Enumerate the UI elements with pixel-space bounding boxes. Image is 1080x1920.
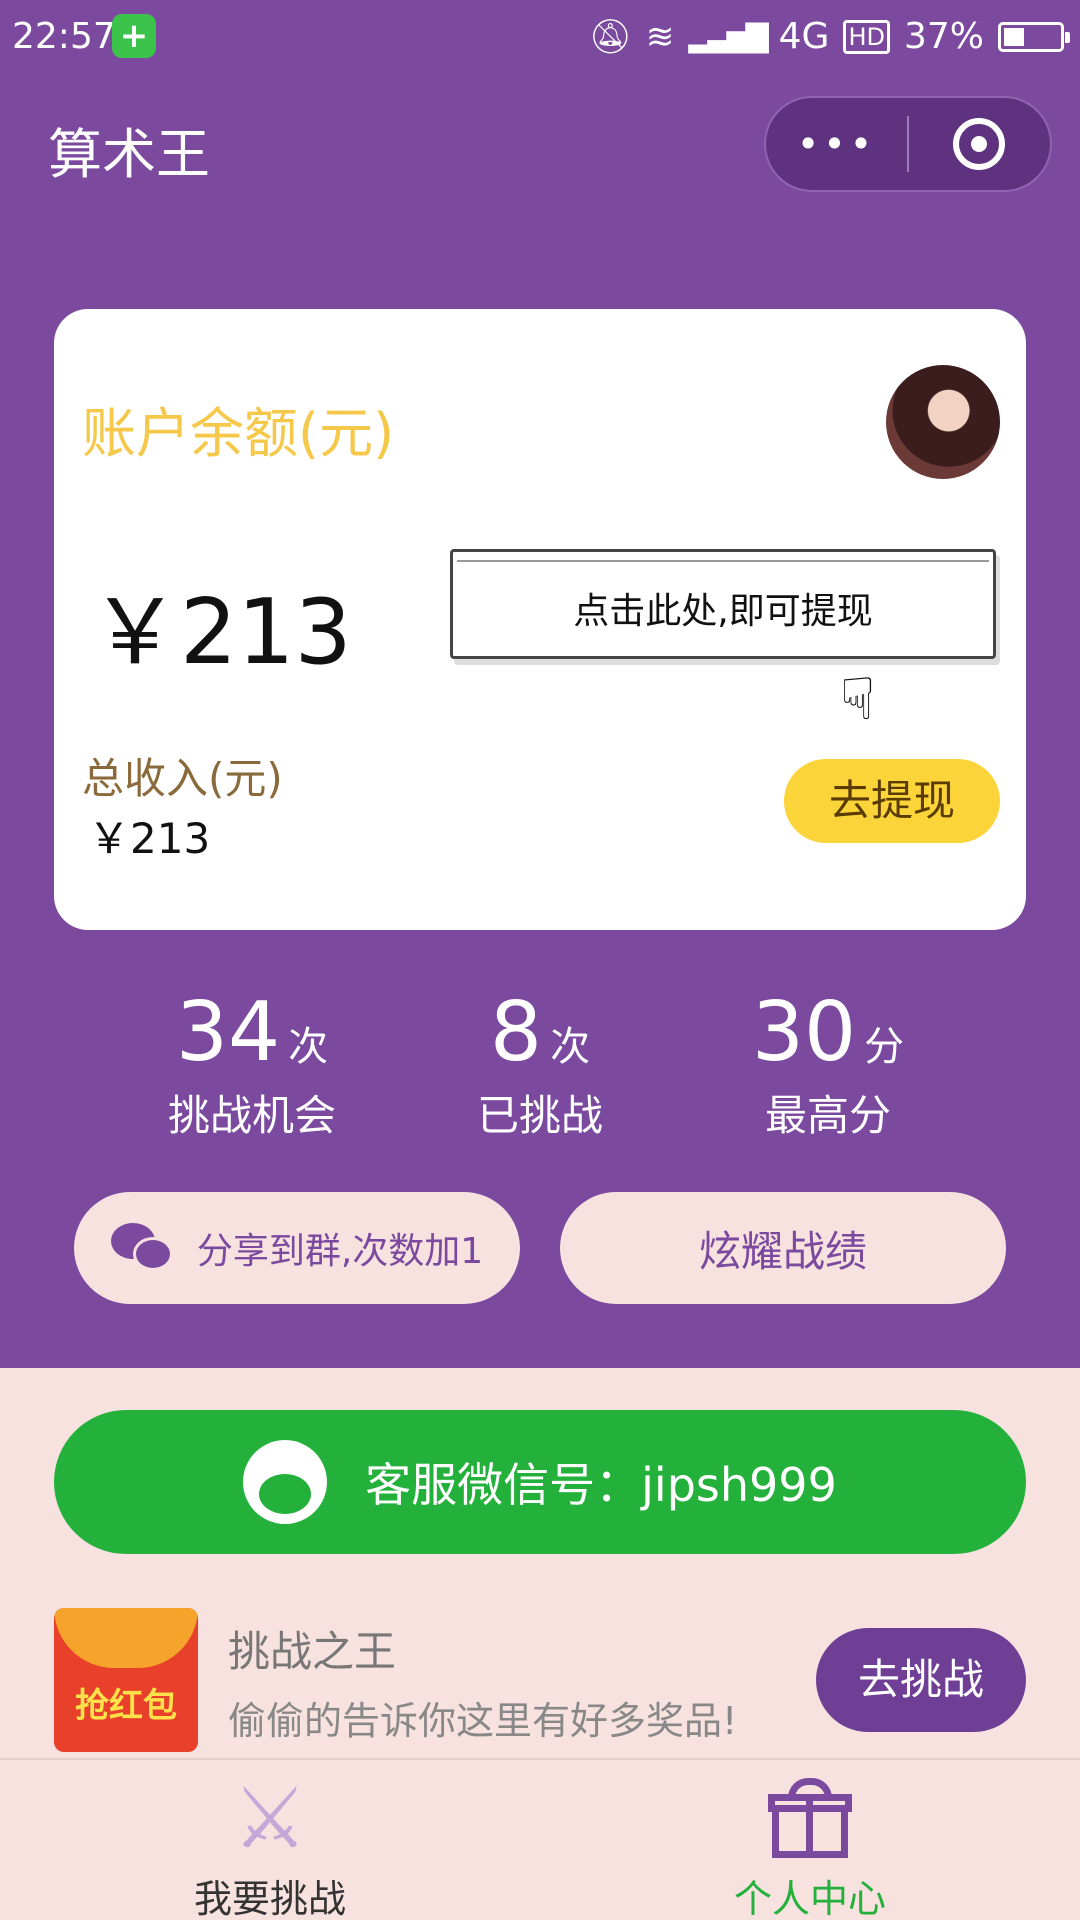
promo-subtitle: 偷偷的告诉你这里有好多奖品!: [228, 1699, 738, 1743]
stat-label: 挑战机会: [167, 1091, 336, 1140]
hd-badge: HD: [843, 19, 890, 54]
tab-challenge[interactable]: ⚔ 我要挑战: [120, 1770, 420, 1920]
gift-icon: [768, 1778, 852, 1858]
stat-challenge-chances: 34 次 挑战机会: [122, 985, 382, 1143]
withdraw-tip-box[interactable]: 点击此处,即可提现: [450, 549, 996, 659]
stat-unit: 分: [864, 1024, 905, 1070]
tab-personal-center[interactable]: 个人中心: [660, 1770, 960, 1920]
signal-icon: ▂▃▅▇: [688, 19, 768, 54]
service-text: 客服微信号：jipsh999: [365, 1458, 837, 1512]
status-right: 🔕︎ ≋ ▂▃▅▇ 4G HD 37%: [588, 16, 1070, 57]
app-notification-icon: +: [112, 14, 156, 58]
balance-label: 账户余额(元): [82, 402, 395, 465]
stat-best-score: 30 分 最高分: [698, 985, 958, 1143]
stat-label: 最高分: [764, 1091, 891, 1140]
withdraw-tip-text: 点击此处,即可提现: [573, 591, 873, 632]
more-dots-icon[interactable]: •••: [766, 96, 907, 192]
red-packet-text: 抢红包: [75, 1686, 177, 1726]
close-program-button[interactable]: [909, 118, 1050, 170]
status-time: 22:57: [12, 16, 116, 57]
stat-challenged: 8次 已挑战: [410, 985, 670, 1143]
status-bar: 22:57 + 🔕︎ ≋ ▂▃▅▇ 4G HD 37%: [0, 0, 1080, 76]
share-label: 分享到群,次数加1: [196, 1231, 484, 1272]
network-type: 4G: [778, 16, 830, 57]
total-income-label: 总收入(元): [82, 754, 283, 803]
stat-value: 30: [751, 985, 857, 1080]
wechat-icon: [110, 1223, 175, 1273]
battery-percent: 37%: [903, 16, 984, 57]
stat-unit: 次: [288, 1024, 329, 1070]
customer-service-banner[interactable]: 客服微信号：jipsh999: [54, 1410, 1026, 1554]
stat-unit: 次: [550, 1024, 591, 1070]
show-off-button[interactable]: 炫耀战绩: [560, 1192, 1006, 1304]
tab-bar: ⚔ 我要挑战 个人中心: [0, 1758, 1080, 1920]
withdraw-button[interactable]: 去提现: [784, 759, 1000, 843]
customer-service-icon: [243, 1440, 328, 1524]
battery-icon: [998, 21, 1070, 52]
mute-bell-icon: 🔕︎: [588, 16, 632, 57]
tab-label: 我要挑战: [193, 1877, 346, 1920]
stat-value: 34: [175, 985, 281, 1080]
crossed-swords-icon: ⚔: [232, 1769, 308, 1867]
share-to-group-button[interactable]: 分享到群,次数加1: [74, 1192, 520, 1304]
stat-label: 已挑战: [476, 1091, 603, 1140]
pointing-hand-icon: ☟: [840, 665, 876, 733]
red-packet-icon[interactable]: 抢红包: [54, 1608, 198, 1752]
mini-program-capsule: •••: [764, 96, 1052, 192]
total-income-value: ￥213: [88, 814, 211, 863]
balance-value: ￥213: [90, 580, 352, 685]
account-card: 账户余额(元) ￥213 点击此处,即可提现 ☟ 总收入(元) ￥213 去提现: [54, 309, 1026, 930]
wifi-icon: ≋: [645, 16, 675, 57]
avatar[interactable]: [886, 365, 1000, 479]
tab-label: 个人中心: [733, 1877, 886, 1920]
stat-value: 8: [489, 985, 543, 1080]
target-icon: [953, 118, 1006, 170]
go-challenge-button[interactable]: 去挑战: [816, 1628, 1026, 1732]
promo-title: 挑战之王: [228, 1627, 397, 1676]
page-title: 算术王: [48, 123, 210, 186]
